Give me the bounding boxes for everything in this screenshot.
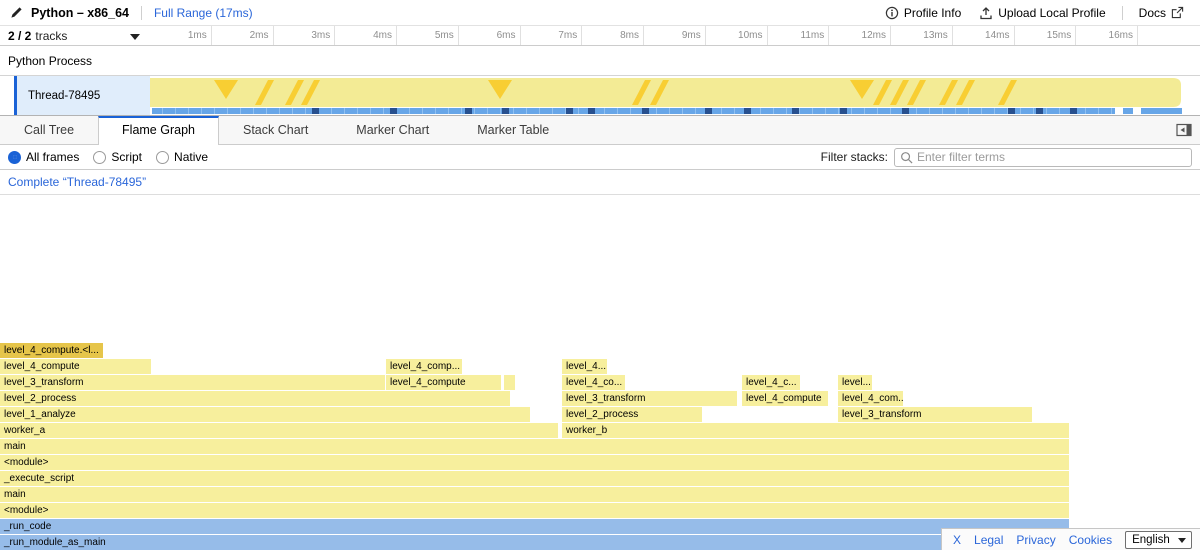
flame-frame[interactable]: level_4_com...	[838, 391, 903, 406]
flame-frame[interactable]: level_4_co...	[562, 375, 625, 390]
ruler-tick: 8ms	[582, 26, 644, 45]
tab-call-tree[interactable]: Call Tree	[0, 116, 98, 144]
ruler-tick: 12ms	[829, 26, 891, 45]
flame-frame[interactable]: level_4_compute	[0, 359, 151, 374]
flame-frame[interactable]: _run_module_as_main	[0, 535, 1069, 550]
app-header: Python – x86_64 Full Range (17ms) Profil…	[0, 0, 1200, 26]
radio-dot-icon	[156, 151, 169, 164]
tab-flame-graph[interactable]: Flame Graph	[98, 116, 219, 145]
process-track-label: Python Process	[8, 54, 92, 68]
ruler-tick: 14ms	[953, 26, 1015, 45]
header-divider	[141, 6, 142, 20]
flame-frame[interactable]: level_3_transform	[562, 391, 737, 406]
tracks-count: 2 / 2	[8, 29, 31, 43]
flame-frame[interactable]: worker_a	[0, 423, 558, 438]
ruler-tick: 2ms	[212, 26, 274, 45]
radio-all-frames[interactable]: All frames	[8, 150, 79, 164]
tab-marker-chart[interactable]: Marker Chart	[332, 116, 453, 144]
flame-frame[interactable]: level_4_compute	[386, 375, 501, 390]
breadcrumb: Complete “Thread-78495”	[0, 170, 1200, 195]
full-range-link[interactable]: Full Range (17ms)	[154, 6, 253, 20]
flame-graph-canvas: level_4_compute.<l...level_4_computeleve…	[0, 195, 1200, 550]
flame-frame[interactable]: level...	[838, 375, 872, 390]
flame-graph: level_4_compute.<l...level_4_computeleve…	[0, 195, 1200, 550]
sidebar-toggle-icon[interactable]	[1176, 123, 1192, 137]
panel-tab-bar: Call Tree Flame Graph Stack Chart Marker…	[0, 116, 1200, 145]
flame-frame[interactable]: level_1_analyze	[0, 407, 530, 422]
info-icon	[885, 6, 899, 20]
ruler-tick: 11ms	[768, 26, 830, 45]
flame-frame[interactable]: <module>	[0, 503, 1069, 518]
ruler-tick: 16ms	[1076, 26, 1138, 45]
radio-dot-icon	[93, 151, 106, 164]
footer-link-privacy[interactable]: Privacy	[1016, 533, 1055, 547]
ruler-tick: 15ms	[1015, 26, 1077, 45]
profile-title[interactable]: Python – x86_64	[31, 6, 129, 20]
ruler-tick: 10ms	[706, 26, 768, 45]
chevron-down-icon	[130, 34, 140, 40]
flame-frame[interactable]: level_4_compute	[742, 391, 828, 406]
ruler-tick: 1ms	[150, 26, 212, 45]
flame-frame[interactable]: level_2_process	[562, 407, 702, 422]
flame-frame[interactable]: level_3_transform	[838, 407, 1032, 422]
tracks-word: tracks	[35, 29, 67, 43]
tab-marker-table[interactable]: Marker Table	[453, 116, 573, 144]
flame-frame[interactable]: level_2_process	[0, 391, 510, 406]
flame-frame[interactable]: level_4...	[562, 359, 607, 374]
flame-frame[interactable]: level_4_c...	[742, 375, 800, 390]
flame-frame[interactable]: main	[0, 487, 1069, 502]
flame-frame[interactable]: <module>	[0, 455, 1069, 470]
external-link-icon	[1171, 6, 1184, 19]
flame-frame[interactable]: level_4_comp...	[386, 359, 462, 374]
ruler-tick: 13ms	[891, 26, 953, 45]
radio-dot-icon	[8, 151, 21, 164]
footer-link-legal[interactable]: Legal	[974, 533, 1003, 547]
flame-graph-toolbar: All frames Script Native Filter stacks:	[0, 145, 1200, 170]
radio-native[interactable]: Native	[156, 150, 208, 164]
timeline-ruler: 1ms2ms3ms4ms5ms6ms7ms8ms9ms10ms11ms12ms1…	[150, 26, 1200, 45]
profile-info-button[interactable]: Profile Info	[879, 6, 967, 20]
ruler-tick: 5ms	[397, 26, 459, 45]
flame-frame[interactable]: level_3_transform	[0, 375, 385, 390]
thread-track-header[interactable]: Thread-78495	[0, 76, 150, 115]
flame-frame[interactable]: worker_b	[562, 423, 1069, 438]
tab-stack-chart[interactable]: Stack Chart	[219, 116, 332, 144]
filter-stacks-label: Filter stacks:	[821, 150, 888, 164]
flame-frame[interactable]: main	[0, 439, 1069, 454]
edit-pencil-icon[interactable]	[10, 6, 23, 19]
filter-input-wrap	[894, 148, 1192, 167]
flame-frame[interactable]: level_4_compute.<l...	[0, 343, 103, 358]
thread-activity-track[interactable]	[150, 76, 1200, 115]
timeline-header: 2 / 2 tracks 1ms2ms3ms4ms5ms6ms7ms8ms9ms…	[0, 26, 1200, 46]
radio-script[interactable]: Script	[93, 150, 142, 164]
samples-strip	[152, 108, 1182, 114]
flame-frame[interactable]: _execute_script	[0, 471, 1069, 486]
ruler-tick: 6ms	[459, 26, 521, 45]
thread-track-label: Thread-78495	[28, 90, 100, 102]
footer-link-x[interactable]: X	[953, 533, 961, 547]
tracks-dropdown[interactable]: 2 / 2 tracks	[0, 26, 150, 45]
cpu-activity-graph	[150, 78, 1185, 115]
footer-link-cookies[interactable]: Cookies	[1069, 533, 1112, 547]
upload-profile-button[interactable]: Upload Local Profile	[973, 6, 1111, 20]
upload-icon	[979, 6, 993, 20]
search-icon	[900, 151, 913, 164]
ruler-tick: 7ms	[521, 26, 583, 45]
docs-button[interactable]: Docs	[1133, 6, 1190, 20]
process-track-row[interactable]: Python Process	[0, 46, 1200, 76]
ruler-tick: 3ms	[274, 26, 336, 45]
breadcrumb-root-link[interactable]: Complete “Thread-78495”	[8, 175, 146, 189]
language-select[interactable]: English (US)	[1125, 531, 1192, 549]
ruler-tick: 4ms	[335, 26, 397, 45]
thread-track-row: Thread-78495	[0, 76, 1200, 116]
flame-frame[interactable]: _run_code	[0, 519, 1069, 534]
footer-bar: X Legal Privacy Cookies English (US)	[941, 528, 1200, 550]
filter-input[interactable]	[917, 150, 1186, 165]
flame-frame[interactable]	[504, 375, 515, 390]
header-divider	[1122, 6, 1123, 20]
ruler-tick: 9ms	[644, 26, 706, 45]
